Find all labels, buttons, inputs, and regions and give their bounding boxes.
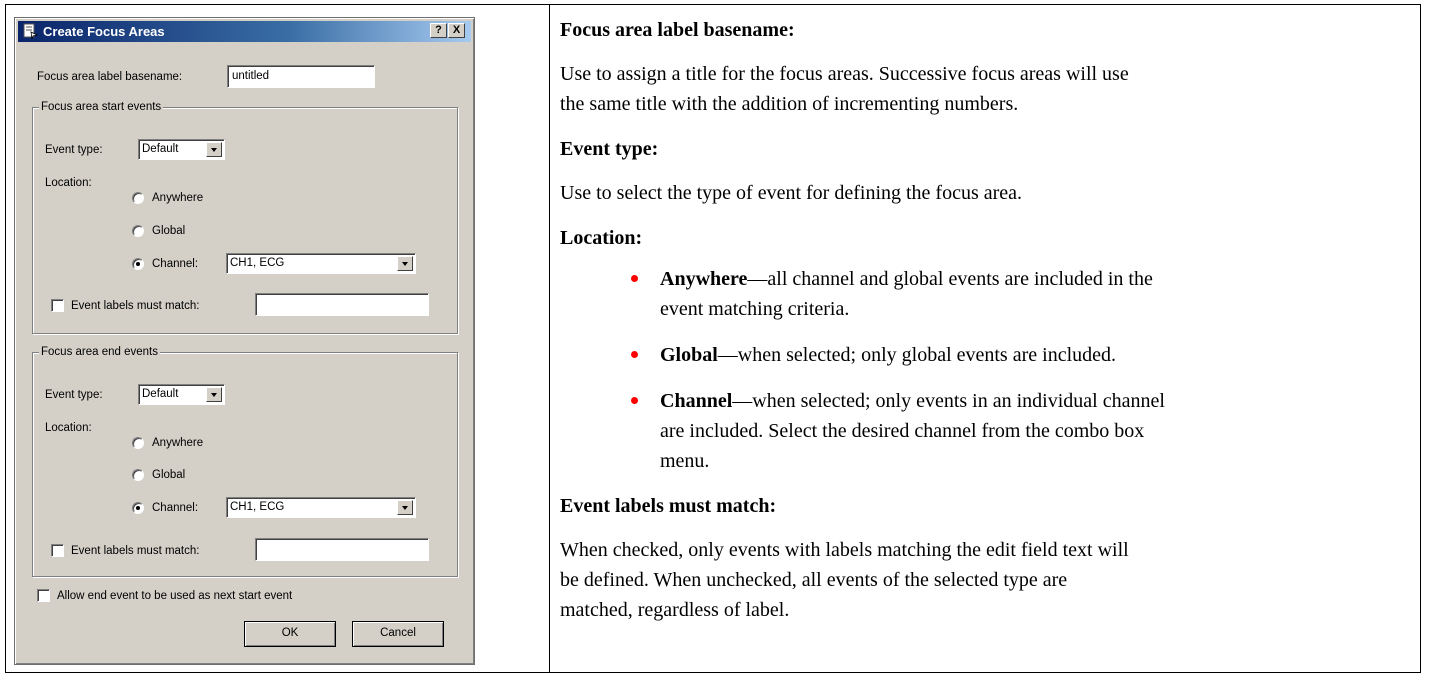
help-heading-basename: Focus area label basename: <box>560 19 795 41</box>
allow-end-checkbox[interactable] <box>37 589 50 602</box>
chevron-down-icon[interactable] <box>397 256 413 271</box>
help-bullet-channel-cont-1: are included. Select the desired channel… <box>660 420 1145 442</box>
basename-input[interactable]: untitled <box>227 65 375 88</box>
bullet-channel-term: Channel <box>660 390 733 412</box>
start-labels-input[interactable] <box>255 293 429 316</box>
help-text-basename-2: the same title with the addition of incr… <box>560 93 1019 115</box>
bullet-icon <box>631 397 638 404</box>
end-labels-match-label: Event labels must match: <box>71 545 200 557</box>
start-group-legend: Focus area start events <box>39 100 164 114</box>
help-text-labels-match-3: matched, regardless of label. <box>560 599 790 621</box>
chevron-down-icon[interactable] <box>206 142 222 157</box>
start-events-group: Focus area start events Event type: Defa… <box>32 100 458 334</box>
end-anywhere-label: Anywhere <box>152 437 204 449</box>
end-channel-radio[interactable] <box>132 502 144 514</box>
end-channel-combo[interactable]: CH1, ECG <box>226 497 416 518</box>
end-channel-value: CH1, ECG <box>230 501 285 513</box>
help-button[interactable]: ? <box>430 23 447 38</box>
create-focus-areas-dialog: Create Focus Areas ? X Focus area label … <box>14 17 475 665</box>
dialog-titlebar: Create Focus Areas ? X <box>18 21 471 42</box>
table-divider <box>549 5 550 672</box>
start-channel-value: CH1, ECG <box>230 257 285 269</box>
help-bullet-global: Global—when selected; only global events… <box>660 341 1116 370</box>
bullet-global-term: Global <box>660 344 718 366</box>
end-channel-label: Channel: <box>152 502 199 514</box>
basename-label: Focus area label basename: <box>37 71 183 83</box>
help-heading-location: Location: <box>560 227 643 249</box>
start-labels-match-checkbox[interactable] <box>51 299 64 312</box>
help-text-event-type: Use to select the type of event for defi… <box>560 182 1023 204</box>
help-bullet-anywhere-cont: event matching criteria. <box>660 298 850 320</box>
end-event-type-label: Event type: <box>45 389 103 401</box>
start-location-label: Location: <box>45 177 92 189</box>
start-labels-match-label: Event labels must match: <box>71 300 200 312</box>
start-global-label: Global <box>152 225 186 237</box>
bullet-anywhere-text: —all channel and global events are inclu… <box>747 268 1153 290</box>
end-events-group: Focus area end events Event type: Defaul… <box>32 345 458 577</box>
end-event-type-combo[interactable]: Default <box>138 384 225 405</box>
start-channel-radio[interactable] <box>132 258 144 270</box>
dialog-title: Create Focus Areas <box>43 24 165 39</box>
bullet-icon <box>631 275 638 282</box>
start-global-radio[interactable] <box>132 225 144 237</box>
bullet-channel-text: —when selected; only events in an indivi… <box>732 390 1165 412</box>
start-channel-label: Channel: <box>152 258 199 270</box>
close-button[interactable]: X <box>448 23 465 38</box>
allow-end-label: Allow end event to be used as next start… <box>57 590 293 602</box>
help-text-labels-match-2: be defined. When unchecked, all events o… <box>560 569 1068 591</box>
end-global-radio[interactable] <box>132 469 144 481</box>
end-global-label: Global <box>152 469 186 481</box>
help-heading-event-type: Event type: <box>560 138 659 160</box>
help-text-basename-1: Use to assign a title for the focus area… <box>560 63 1129 85</box>
ok-button[interactable]: OK <box>244 621 336 647</box>
chevron-down-icon[interactable] <box>206 387 222 402</box>
start-anywhere-radio[interactable] <box>132 192 144 204</box>
end-event-type-value: Default <box>142 388 179 400</box>
help-heading-labels-match: Event labels must match: <box>560 495 777 517</box>
help-bullet-anywhere: Anywhere—all channel and global events a… <box>660 265 1153 294</box>
bullet-anywhere-term: Anywhere <box>660 268 748 290</box>
document-icon <box>23 23 38 39</box>
start-event-type-value: Default <box>142 143 179 155</box>
end-labels-input[interactable] <box>255 538 429 561</box>
end-labels-match-checkbox[interactable] <box>51 544 64 557</box>
bullet-icon <box>631 351 638 358</box>
start-event-type-combo[interactable]: Default <box>138 139 225 160</box>
start-channel-combo[interactable]: CH1, ECG <box>226 253 416 274</box>
start-anywhere-label: Anywhere <box>152 192 204 204</box>
help-bullet-channel-cont-2: menu. <box>660 450 710 472</box>
chevron-down-icon[interactable] <box>397 500 413 515</box>
end-group-legend: Focus area end events <box>39 345 160 359</box>
help-text-labels-match-1: When checked, only events with labels ma… <box>560 539 1129 561</box>
start-event-type-label: Event type: <box>45 144 103 156</box>
end-location-label: Location: <box>45 422 92 434</box>
end-anywhere-radio[interactable] <box>132 437 144 449</box>
bullet-global-text: —when selected; only global events are i… <box>717 344 1116 366</box>
cancel-button[interactable]: Cancel <box>352 621 444 647</box>
help-bullet-channel: Channel—when selected; only events in an… <box>660 387 1165 416</box>
